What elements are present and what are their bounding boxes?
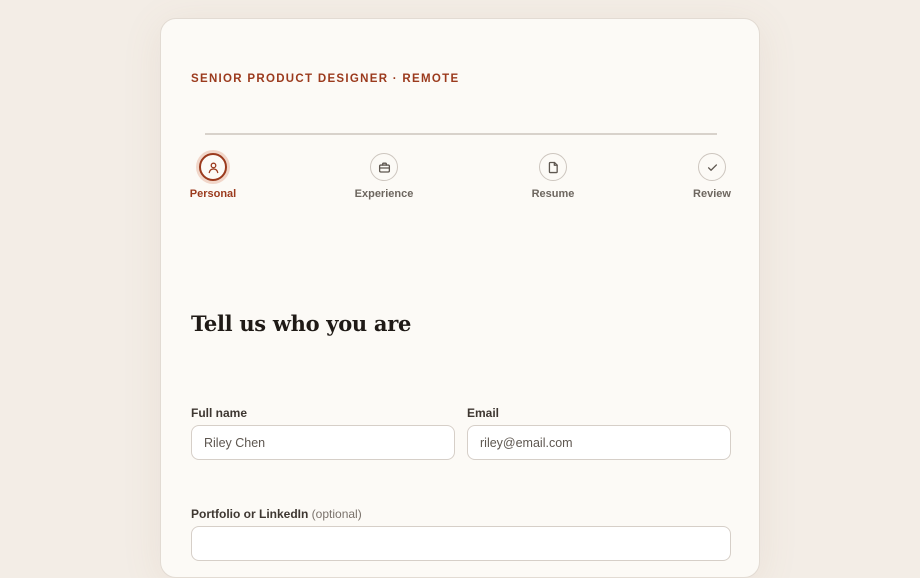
step-review-label: Review	[693, 188, 731, 200]
email-label: Email	[467, 406, 500, 420]
step-personal-circle	[199, 153, 227, 181]
application-card: SENIOR PRODUCT DESIGNER · REMOTE Persona…	[160, 18, 760, 578]
full-name-value: Riley Chen	[204, 435, 266, 450]
progress-stepper: Personal Experience Resume Review	[190, 133, 731, 203]
check-icon	[707, 163, 717, 171]
email-value: riley@email.com	[480, 435, 573, 450]
step-experience[interactable]: Experience	[339, 153, 429, 200]
step-review-circle	[698, 153, 726, 181]
briefcase-icon	[378, 162, 390, 173]
step-review[interactable]: Review	[667, 153, 757, 200]
step-personal-label: Personal	[189, 188, 237, 200]
step-experience-circle	[370, 153, 398, 181]
step-resume[interactable]: Resume	[508, 153, 598, 200]
form-heading: Tell us who you are	[191, 311, 412, 336]
document-icon	[548, 161, 558, 173]
portfolio-label-text: Portfolio or LinkedIn	[191, 507, 309, 521]
step-personal[interactable]: Personal	[168, 153, 258, 200]
person-icon	[208, 162, 218, 173]
step-resume-label: Resume	[531, 188, 575, 200]
full-name-input[interactable]: Riley Chen	[191, 425, 455, 460]
job-eyebrow: SENIOR PRODUCT DESIGNER · REMOTE	[191, 73, 460, 85]
portfolio-label: Portfolio or LinkedIn (optional)	[191, 507, 362, 521]
stepper-track	[205, 133, 717, 135]
full-name-label: Full name	[191, 406, 248, 420]
step-experience-label: Experience	[354, 188, 414, 200]
portfolio-input[interactable]	[191, 526, 731, 561]
step-resume-circle	[539, 153, 567, 181]
email-input[interactable]: riley@email.com	[467, 425, 731, 460]
portfolio-optional-hint: (optional)	[311, 507, 362, 521]
